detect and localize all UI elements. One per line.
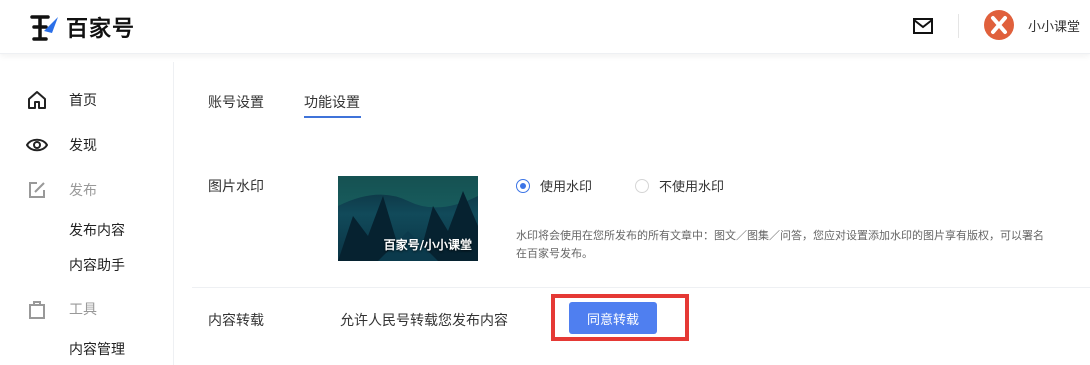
sidebar-item-discover[interactable]: 发现 xyxy=(26,134,97,156)
description-line-2: 在百家号发布。 xyxy=(516,247,593,260)
radio-dot[interactable] xyxy=(635,178,649,193)
radio-label: 使用水印 xyxy=(540,180,593,195)
top-header: 百家号 小小课堂 xyxy=(0,0,1090,54)
row-divider xyxy=(192,287,1090,288)
logo-text: 百家号 xyxy=(66,17,136,42)
sidebar-subitem-content-assistant[interactable]: 内容助手 xyxy=(69,255,125,275)
watermark-preview-image: 百家号/小小课堂 xyxy=(338,176,478,261)
radio-no-watermark[interactable]: 不使用水印 xyxy=(635,176,724,195)
agree-forward-button[interactable]: 同意转载 xyxy=(569,302,657,334)
eye-icon xyxy=(26,134,48,156)
forward-label: 内容转载 xyxy=(208,313,264,329)
mail-icon[interactable] xyxy=(912,15,934,37)
bag-icon xyxy=(26,298,48,320)
sidebar-item-tools[interactable]: 工具 xyxy=(26,298,97,320)
forward-description: 允许人民号转载您发布内容 xyxy=(340,313,508,329)
watermark-label: 图片水印 xyxy=(208,179,264,195)
edit-icon xyxy=(26,179,48,201)
header-divider xyxy=(958,14,959,38)
sidebar-item-label: 发布 xyxy=(69,183,97,199)
avatar-x-icon xyxy=(991,16,1007,34)
avatar[interactable] xyxy=(984,10,1014,40)
active-tab-indicator xyxy=(304,116,361,118)
sidebar-item-publish[interactable]: 发布 xyxy=(26,179,97,201)
username[interactable]: 小小课堂 xyxy=(1028,16,1080,35)
logo[interactable]: 百家号 xyxy=(30,12,135,42)
baijiahao-logo-icon xyxy=(30,15,58,41)
watermark-description: 水印将会使用在您所发布的所有文章中：图文／图集／问答，您应对设置添加水印的图片享… xyxy=(516,227,1090,263)
radio-label: 不使用水印 xyxy=(659,180,725,195)
sidebar-item-label: 发现 xyxy=(69,138,97,154)
sidebar-item-label: 工具 xyxy=(69,302,97,318)
radio-use-watermark[interactable]: 使用水印 xyxy=(516,176,592,195)
sidebar-subitem-content-manage[interactable]: 内容管理 xyxy=(69,339,125,359)
sidebar-item-home[interactable]: 首页 xyxy=(26,89,97,111)
tab-account-settings[interactable]: 账号设置 xyxy=(208,92,264,112)
sidebar-subitem-publish-content[interactable]: 发布内容 xyxy=(69,220,125,240)
radio-dot[interactable] xyxy=(516,178,530,193)
home-icon xyxy=(26,89,48,111)
tab-feature-settings[interactable]: 功能设置 xyxy=(304,92,360,112)
watermark-preview-text: 百家号/小小课堂 xyxy=(383,238,472,252)
sidebar-item-label: 首页 xyxy=(69,93,97,109)
sidebar: 首页 发现 发布 发布内容 内容助手 工具 内容管理 xyxy=(0,62,174,365)
description-line-1: 水印将会使用在您所发布的所有文章中：图文／图集／问答，您应对设置添加水印的图片享… xyxy=(516,229,1044,242)
